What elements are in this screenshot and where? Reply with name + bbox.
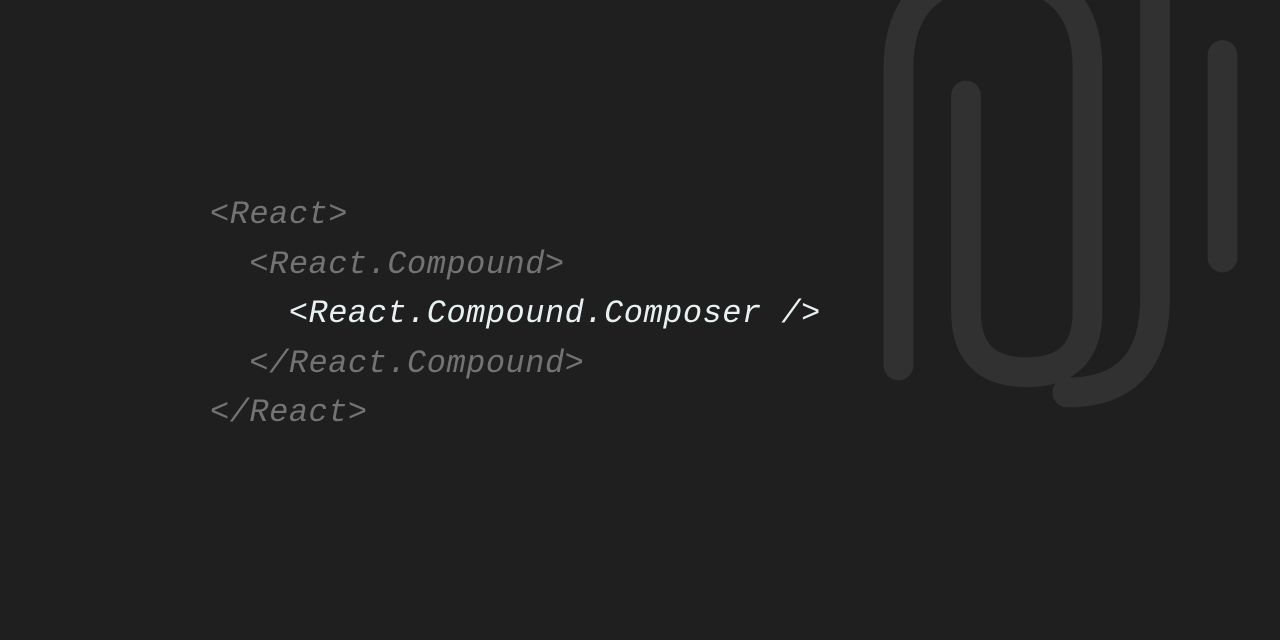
code-line-close-compound: </React.Compound> (210, 339, 821, 389)
code-line-composer: <React.Compound.Composer /> (210, 289, 821, 339)
code-line-open-compound: <React.Compound> (210, 240, 821, 290)
code-line-open-react: <React> (210, 190, 821, 240)
code-snippet: <React> <React.Compound> <React.Compound… (210, 190, 821, 438)
paperclip-logo-icon (750, 0, 1280, 460)
code-line-close-react: </React> (210, 388, 821, 438)
